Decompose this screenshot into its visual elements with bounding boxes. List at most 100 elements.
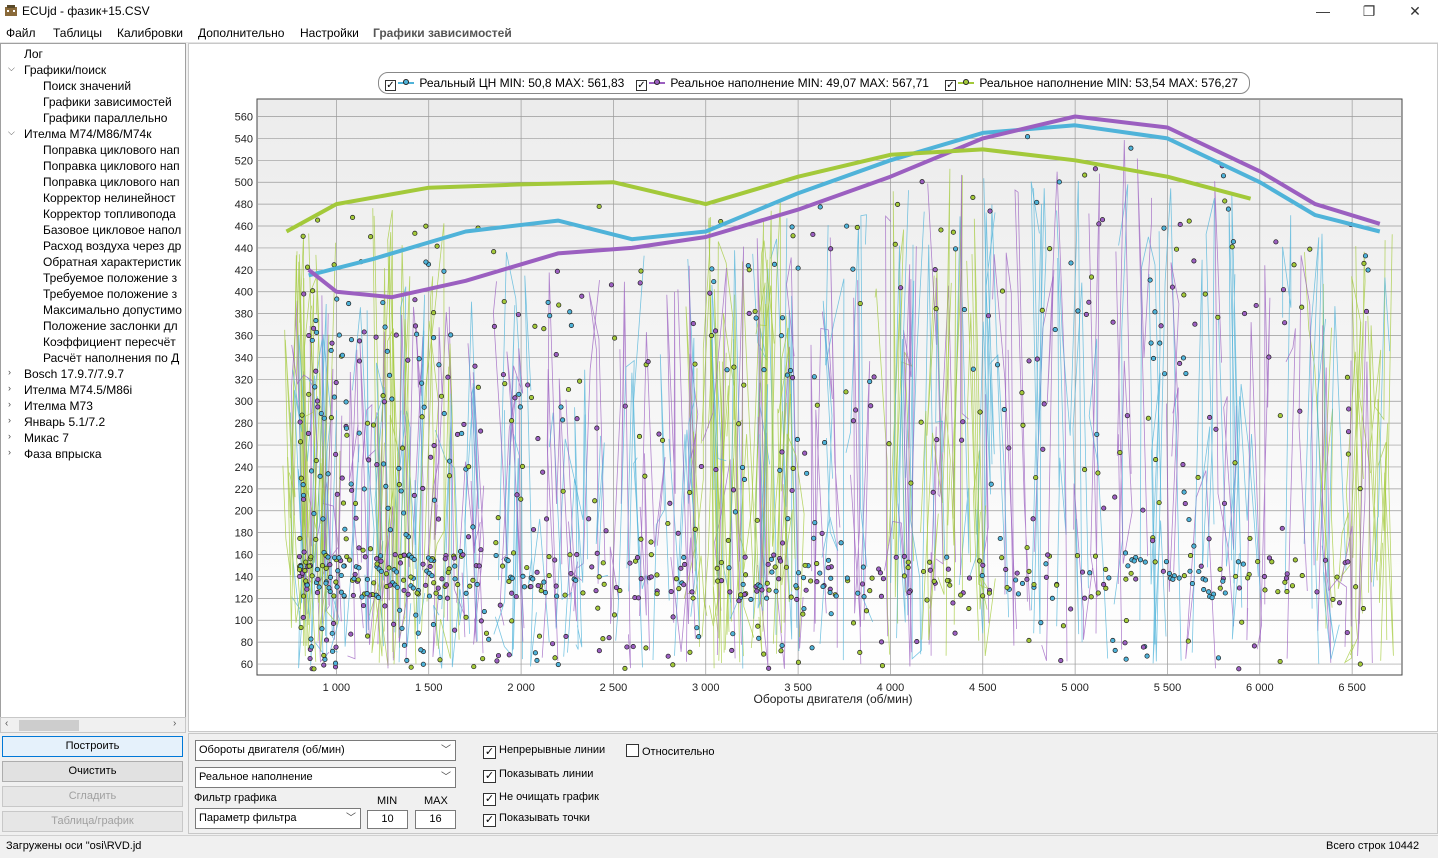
data-point [333, 644, 339, 650]
tree-item[interactable]: Корректор нелинейност [43, 190, 176, 206]
scatter-chart[interactable]: 60 80 100 120 140 160 180 200 220 240 260 280 300 320… [188, 43, 1438, 732]
y-param-select[interactable]: Реальное наполнение ﹀ [195, 767, 456, 788]
tree-item[interactable]: Фаза впрыска [24, 446, 102, 462]
data-point [790, 375, 796, 381]
data-point [447, 458, 453, 464]
data-point [411, 557, 417, 563]
chevron-right-icon[interactable]: › [8, 431, 11, 441]
chevron-right-icon[interactable]: › [8, 415, 11, 425]
data-point [506, 652, 512, 658]
chevron-right-icon[interactable]: › [8, 447, 11, 457]
data-point [1128, 570, 1134, 576]
tree-item[interactable]: Поиск значений [43, 78, 131, 94]
data-point [1177, 221, 1183, 227]
legend-checkbox-1[interactable]: ✓ [385, 80, 396, 91]
tree-item[interactable]: Требуемое положение з [43, 270, 177, 286]
tree-item[interactable]: Микас 7 [24, 430, 69, 446]
menu-settings[interactable]: Настройки [300, 26, 359, 40]
continuous-lines-checkbox[interactable]: ✓ Непрерывные линии [483, 744, 605, 759]
tree-item[interactable]: Обратная характеристик [43, 254, 181, 270]
tree-horizontal-scrollbar[interactable]: ‹ › [0, 717, 186, 733]
data-point [1292, 557, 1298, 563]
chevron-down-icon[interactable]: ⌵ [8, 63, 15, 74]
data-point [966, 575, 973, 581]
clear-button[interactable]: Очистить [2, 761, 183, 782]
minimize-button[interactable]: — [1300, 0, 1346, 23]
data-point [1110, 319, 1116, 325]
relative-checkbox[interactable]: Относительно [626, 744, 714, 758]
x-param-select[interactable]: Обороты двигателя (об/мин) ﹀ [195, 740, 456, 761]
data-point [711, 279, 717, 285]
tree-item[interactable]: Коэффициент пересчёт [43, 334, 176, 350]
tree-item[interactable]: Корректор топливопода [43, 206, 176, 222]
data-point [579, 293, 585, 299]
scroll-thumb[interactable] [19, 720, 79, 731]
menu-dependency-charts[interactable]: Графики зависимостей [373, 26, 512, 40]
tree-item[interactable]: Ителма М73 [24, 398, 93, 414]
relative-label: Относительно [642, 746, 715, 758]
tree-item[interactable]: Графики зависимостей [43, 94, 172, 110]
data-point [431, 335, 437, 341]
data-point [804, 470, 810, 476]
data-point [296, 567, 303, 573]
tree-item[interactable]: Требуемое положение з [43, 286, 177, 302]
scroll-right-icon[interactable]: › [173, 718, 176, 729]
data-point [556, 302, 562, 308]
menu-file[interactable]: Файл [6, 26, 36, 40]
smooth-button[interactable]: Сгладить [2, 786, 183, 807]
tree-item[interactable]: Поправка циклового нап [43, 174, 180, 190]
data-point [491, 249, 497, 255]
data-point [416, 356, 422, 362]
show-points-checkbox[interactable]: ✓ Показывать точки [483, 812, 590, 827]
tree-item[interactable]: Графики параллельно [43, 110, 167, 126]
tree-item[interactable]: Bosch 17.9.7/7.9.7 [24, 366, 124, 382]
data-point [878, 639, 885, 645]
chevron-right-icon[interactable]: › [8, 367, 11, 377]
legend-checkbox-2[interactable]: ✓ [636, 80, 647, 91]
data-point [690, 595, 696, 601]
maximize-button[interactable]: ❐ [1346, 0, 1392, 23]
menu-additional[interactable]: Дополнительно [198, 26, 284, 40]
chevron-down-icon[interactable]: ⌵ [8, 127, 15, 138]
tree-item[interactable]: Ителма М74.5/М86i [24, 382, 132, 398]
legend-checkbox-3[interactable]: ✓ [945, 80, 956, 91]
data-point [545, 299, 551, 305]
tree-item[interactable]: Графики/поиск [24, 62, 106, 78]
tree-item[interactable]: Базовое цикловое напол [43, 222, 181, 238]
show-lines-checkbox[interactable]: ✓ Показывать линии [483, 768, 593, 783]
table-chart-button[interactable]: Таблица/график [2, 811, 183, 832]
data-point [1162, 371, 1168, 377]
data-point [958, 592, 964, 598]
min-input[interactable]: 10 [367, 810, 408, 829]
legend-item-1[interactable]: ✓ Реальный ЦН MIN: 50,8 MAX: 561,83 [385, 76, 624, 91]
close-button[interactable]: ✕ [1392, 0, 1438, 23]
tree-item[interactable]: Ителма М74/М86/М74к [24, 126, 151, 142]
tree-item[interactable]: Положение заслонки дл [43, 318, 178, 334]
tree-item[interactable]: Лог [24, 46, 43, 62]
chevron-right-icon[interactable]: › [8, 399, 11, 409]
tree-item[interactable]: Поправка циклового нап [43, 158, 180, 174]
data-point [554, 593, 560, 599]
data-point [303, 559, 309, 565]
tree-item[interactable]: Январь 5.1/7.2 [24, 414, 105, 430]
menu-calibrations[interactable]: Калибровки [117, 26, 183, 40]
legend-item-2[interactable]: ✓ Реальное наполнение MIN: 49,07 MAX: 56… [636, 76, 929, 91]
data-point [397, 607, 403, 613]
filter-param-select[interactable]: Параметр фильтра ﹀ [195, 808, 361, 829]
data-point [309, 644, 315, 650]
tree-item[interactable]: Расход воздуха через др [43, 238, 181, 254]
tree-item[interactable]: Расчёт наполнения по Д [43, 350, 179, 366]
menu-tables[interactable]: Таблицы [53, 26, 102, 40]
max-input[interactable]: 16 [415, 810, 456, 829]
scroll-left-icon[interactable]: ‹ [5, 718, 8, 729]
tree-item[interactable]: Максимально допустимо [43, 302, 182, 318]
data-point [1187, 553, 1194, 559]
build-button[interactable]: Построить [2, 736, 183, 757]
chevron-right-icon[interactable]: › [8, 383, 11, 393]
legend-item-3[interactable]: ✓ Реальное наполнение MIN: 53,54 MAX: 57… [945, 76, 1238, 91]
keep-chart-checkbox[interactable]: ✓ Не очищать график [483, 791, 599, 806]
data-point [1186, 218, 1192, 224]
tree-item[interactable]: Поправка циклового нап [43, 142, 180, 158]
data-point [854, 224, 860, 231]
data-point [414, 331, 420, 337]
